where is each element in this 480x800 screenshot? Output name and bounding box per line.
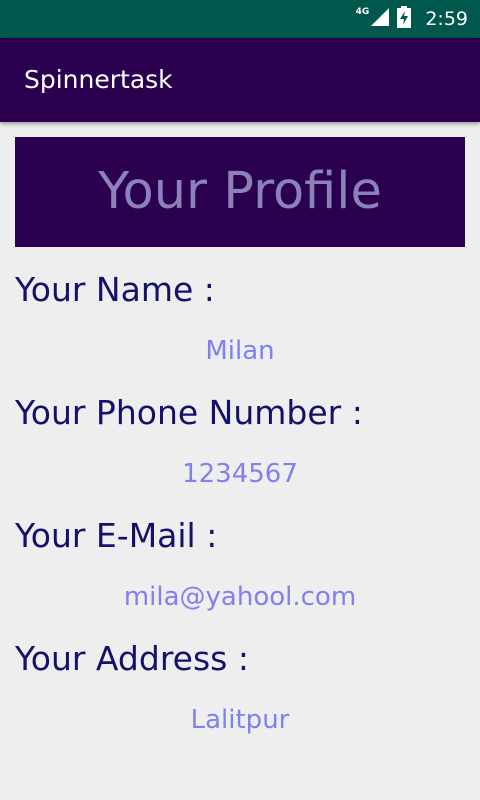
status-bar: 4G 2:59 <box>0 0 480 38</box>
email-value: mila@yahool.com <box>123 582 357 612</box>
profile-title: Your Profile <box>98 162 382 221</box>
phone-value: 1234567 <box>182 459 298 489</box>
signal-icon <box>371 8 390 30</box>
clock: 2:59 <box>425 8 468 30</box>
profile-content: Your Profile Your Name : Milan Your Phon… <box>0 122 480 800</box>
app-title: Spinnertask <box>24 65 173 94</box>
status-icons: 4G 2:59 <box>356 0 468 38</box>
address-value: Lalitpur <box>190 705 290 735</box>
name-label: Your Name : <box>15 270 215 309</box>
phone-label: Your Phone Number : <box>15 393 363 432</box>
email-label: Your E-Mail : <box>15 516 218 555</box>
address-label: Your Address : <box>15 639 249 678</box>
profile-header: Your Profile <box>15 137 465 247</box>
network-type-label: 4G <box>355 7 370 17</box>
battery-charging-icon <box>397 6 412 32</box>
app-bar: Spinnertask <box>0 38 480 122</box>
name-value: Milan <box>205 336 275 366</box>
